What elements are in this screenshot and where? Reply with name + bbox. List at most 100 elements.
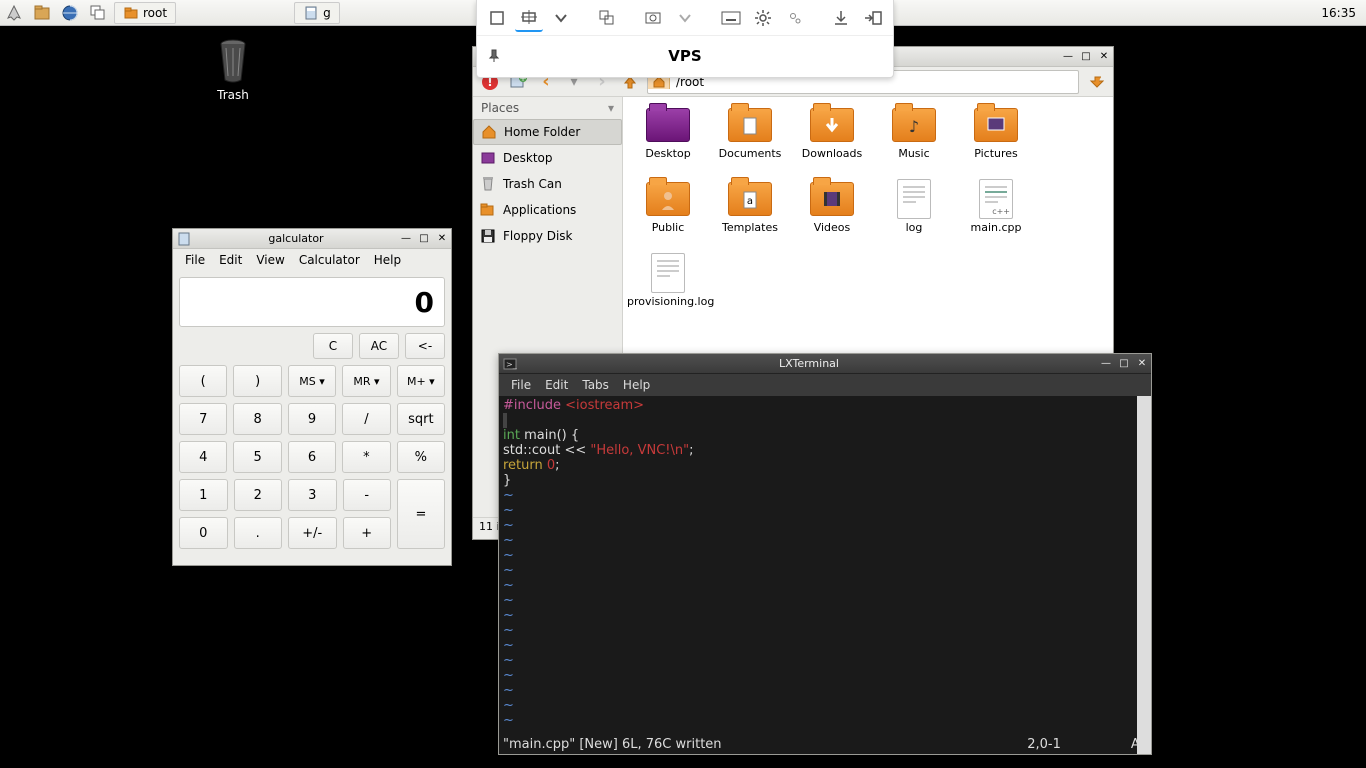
- calc-btn-3[interactable]: 3: [288, 479, 337, 511]
- file-item-pictures[interactable]: Pictures: [955, 105, 1037, 173]
- novnc-disconnect-button[interactable]: [859, 4, 887, 32]
- menu-help[interactable]: Help: [617, 376, 656, 394]
- terminal-titlebar[interactable]: >_ LXTerminal — □ ✕: [499, 354, 1151, 374]
- sidebar-place-floppy-disk[interactable]: Floppy Disk: [473, 223, 622, 249]
- sidebar-place-home-folder[interactable]: Home Folder: [473, 119, 622, 145]
- calc-btn-div[interactable]: /: [342, 403, 390, 435]
- novnc-title-bar: VPS: [477, 36, 893, 76]
- calc-btn-8[interactable]: 8: [233, 403, 281, 435]
- start-menu-button[interactable]: [2, 1, 26, 25]
- calc-btn-[interactable]: <-: [405, 333, 445, 359]
- novnc-windows-button[interactable]: [593, 4, 621, 32]
- calc-btn-4[interactable]: 4: [179, 441, 227, 473]
- trash-icon: [209, 36, 257, 84]
- item-icon: ♪: [890, 105, 938, 145]
- novnc-chevron-down-icon[interactable]: [671, 4, 699, 32]
- file-item-desktop[interactable]: Desktop: [627, 105, 709, 173]
- calc-btn-eq[interactable]: =: [397, 479, 445, 549]
- file-item-provisioning-log[interactable]: provisioning.log: [627, 253, 709, 321]
- novnc-download-button[interactable]: [827, 4, 855, 32]
- menu-view[interactable]: View: [250, 251, 290, 269]
- maximize-button[interactable]: □: [416, 232, 432, 246]
- iconify-button[interactable]: [86, 1, 110, 25]
- novnc-zoom-button[interactable]: [639, 4, 667, 32]
- sidebar-place-trash-can[interactable]: Trash Can: [473, 171, 622, 197]
- close-button[interactable]: ✕: [1134, 357, 1150, 371]
- calc-btn-c[interactable]: C: [313, 333, 353, 359]
- minimize-button[interactable]: —: [1060, 50, 1076, 64]
- calc-btn-1[interactable]: 1: [179, 479, 228, 511]
- calc-btn-ac[interactable]: AC: [359, 333, 399, 359]
- close-button[interactable]: ✕: [434, 232, 450, 246]
- item-icon: [726, 105, 774, 145]
- browser-launcher[interactable]: [58, 1, 82, 25]
- calc-btn-9[interactable]: 9: [288, 403, 336, 435]
- maximize-button[interactable]: □: [1078, 50, 1094, 64]
- taskbar-item-root[interactable]: root: [114, 2, 176, 24]
- sidebar-place-applications[interactable]: Applications: [473, 197, 622, 223]
- file-item-public[interactable]: Public: [627, 179, 709, 247]
- calc-btn-7[interactable]: 7: [179, 403, 227, 435]
- desktop-icon-trash[interactable]: Trash: [198, 36, 268, 102]
- calc-btn-mul[interactable]: *: [342, 441, 390, 473]
- item-icon: [644, 179, 692, 219]
- calc-btn-add[interactable]: +: [343, 517, 392, 549]
- file-item-downloads[interactable]: Downloads: [791, 105, 873, 173]
- calc-btn-dot[interactable]: .: [234, 517, 283, 549]
- file-manager-launcher[interactable]: [30, 1, 54, 25]
- sidebar-place-desktop[interactable]: Desktop: [473, 145, 622, 171]
- item-icon: [808, 179, 856, 219]
- novnc-drag-button[interactable]: [483, 4, 511, 32]
- minimize-button[interactable]: —: [1098, 357, 1114, 371]
- minimize-button[interactable]: —: [398, 232, 414, 246]
- terminal-icon: >_: [502, 356, 518, 372]
- nav-go-button[interactable]: [1085, 71, 1107, 93]
- desktop-icon: [479, 149, 497, 167]
- item-icon: [644, 105, 692, 145]
- terminal-body[interactable]: #include <iostream> int main() { std::co…: [499, 396, 1151, 754]
- calc-btn-mr[interactable]: MR ▾: [342, 365, 390, 397]
- menu-edit[interactable]: Edit: [213, 251, 248, 269]
- calc-btn-6[interactable]: 6: [288, 441, 336, 473]
- calc-btn-rparen[interactable]: ): [233, 365, 281, 397]
- file-item-log[interactable]: log: [873, 179, 955, 247]
- menu-edit[interactable]: Edit: [539, 376, 574, 394]
- novnc-pointer-button[interactable]: [515, 4, 543, 32]
- taskbar-item-galculator[interactable]: g: [294, 2, 340, 24]
- menu-calculator[interactable]: Calculator: [293, 251, 366, 269]
- file-item-music[interactable]: ♪Music: [873, 105, 955, 173]
- novnc-settings-button[interactable]: [749, 4, 777, 32]
- calc-btn-lparen[interactable]: (: [179, 365, 227, 397]
- calc-btn-0[interactable]: 0: [179, 517, 228, 549]
- window-title: galculator: [195, 232, 397, 245]
- novnc-chevron-down-icon[interactable]: [547, 4, 575, 32]
- file-item-documents[interactable]: Documents: [709, 105, 791, 173]
- calculator-titlebar[interactable]: galculator — □ ✕: [173, 229, 451, 249]
- close-button[interactable]: ✕: [1096, 50, 1112, 64]
- menu-file[interactable]: File: [179, 251, 211, 269]
- file-item-templates[interactable]: aTemplates: [709, 179, 791, 247]
- menu-tabs[interactable]: Tabs: [576, 376, 615, 394]
- calc-btn-m[interactable]: M+ ▾: [397, 365, 445, 397]
- taskbar-item-label: root: [143, 6, 167, 20]
- pin-icon[interactable]: [487, 49, 501, 63]
- menu-file[interactable]: File: [505, 376, 537, 394]
- calc-btn-pct[interactable]: %: [397, 441, 445, 473]
- places-header[interactable]: Places ▾: [473, 97, 622, 119]
- item-icon: [644, 253, 692, 293]
- maximize-button[interactable]: □: [1116, 357, 1132, 371]
- calc-btn-5[interactable]: 5: [233, 441, 281, 473]
- calc-btn-btn[interactable]: +/-: [288, 517, 337, 549]
- calc-btn-sqrt[interactable]: sqrt: [397, 403, 445, 435]
- menu-help[interactable]: Help: [368, 251, 407, 269]
- novnc-settings-small-button[interactable]: [781, 4, 809, 32]
- file-item-main-cpp[interactable]: c++main.cpp: [955, 179, 1037, 247]
- calc-btn-ms[interactable]: MS ▾: [288, 365, 336, 397]
- novnc-keyboard-button[interactable]: [717, 4, 745, 32]
- file-item-videos[interactable]: Videos: [791, 179, 873, 247]
- home-icon: [480, 123, 498, 141]
- calc-btn-sub[interactable]: -: [343, 479, 392, 511]
- terminal-scrollbar[interactable]: [1137, 396, 1151, 754]
- calculator-menubar: FileEditViewCalculatorHelp: [173, 249, 451, 271]
- calc-btn-2[interactable]: 2: [234, 479, 283, 511]
